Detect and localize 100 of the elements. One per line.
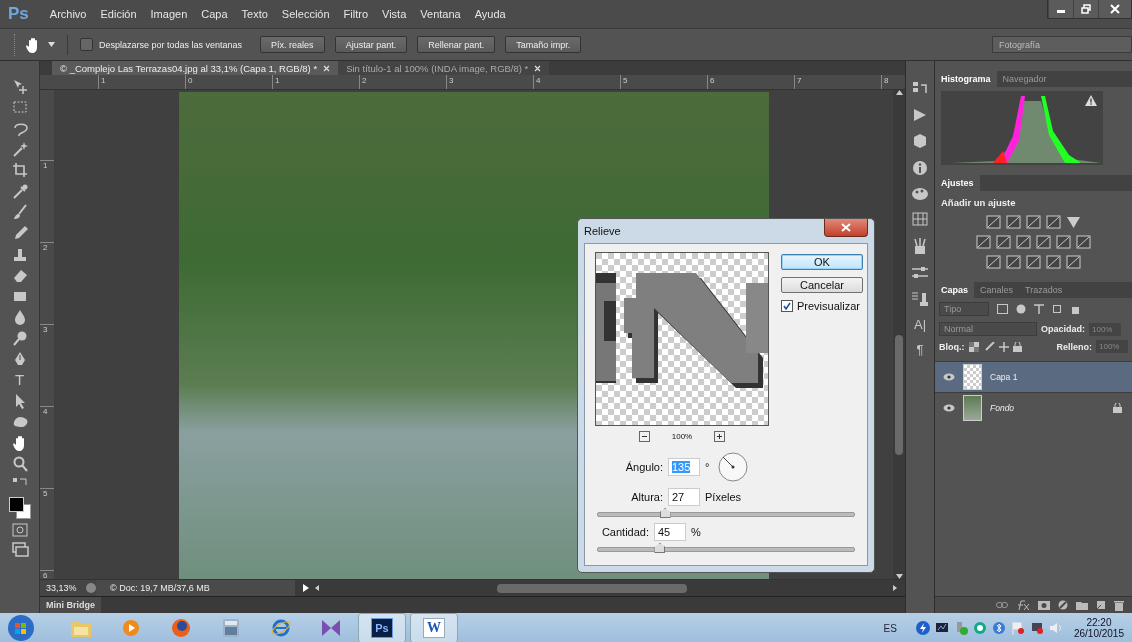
- adjustment-icon[interactable]: [996, 235, 1011, 249]
- menu-item[interactable]: Edición: [93, 8, 144, 20]
- scrollbar-thumb[interactable]: [895, 334, 903, 455]
- adjustment-icon[interactable]: [1006, 255, 1021, 269]
- taskbar-app[interactable]: Ps: [358, 613, 406, 642]
- move-icon[interactable]: [998, 341, 1009, 352]
- checkbox[interactable]: [781, 300, 793, 312]
- adjustment-icon[interactable]: [976, 235, 991, 249]
- dock-glyph[interactable]: A|: [913, 318, 927, 332]
- eye-icon[interactable]: [943, 404, 955, 412]
- adjustment-icon[interactable]: [1026, 255, 1041, 269]
- checkbox[interactable]: [80, 38, 93, 51]
- circle-filter-icon[interactable]: [1016, 304, 1026, 314]
- lock-pixels-icon[interactable]: [968, 341, 979, 352]
- lightning-icon[interactable]: [915, 621, 930, 635]
- crop-icon[interactable]: [10, 161, 29, 179]
- cube-icon[interactable]: [912, 133, 928, 149]
- option-button[interactable]: Rellenar pant.: [417, 36, 496, 53]
- menu-item[interactable]: Imagen: [143, 8, 195, 20]
- panel-tab[interactable]: Mini Bridge: [40, 597, 101, 613]
- eye-icon[interactable]: [943, 373, 955, 381]
- palette-icon[interactable]: [911, 187, 929, 201]
- folder-icon[interactable]: [1076, 600, 1088, 610]
- adjustment-icon[interactable]: [1036, 235, 1051, 249]
- dodge-icon[interactable]: [10, 329, 29, 347]
- ring-icon[interactable]: [972, 621, 987, 635]
- adjustment-icon[interactable]: [1026, 215, 1041, 229]
- monitor-icon[interactable]: [934, 621, 949, 635]
- lock-icon[interactable]: [1012, 341, 1022, 352]
- adjustment-layer-icon[interactable]: [1058, 600, 1068, 610]
- panel-tab[interactable]: Trazados: [1019, 282, 1069, 298]
- close-icon[interactable]: [323, 64, 331, 72]
- play-icon[interactable]: [303, 584, 309, 592]
- menu-item[interactable]: Vista: [375, 8, 414, 20]
- grid-icon[interactable]: [912, 212, 928, 226]
- new-layer-icon[interactable]: [1096, 600, 1106, 610]
- height-field[interactable]: 27: [668, 488, 700, 506]
- panel-tab[interactable]: Ajustes: [935, 175, 980, 191]
- bowtie-icon[interactable]: [320, 618, 342, 638]
- menu-item[interactable]: Ventana: [413, 8, 468, 20]
- menu-item[interactable]: Filtro: [336, 8, 375, 20]
- zoom-out-button[interactable]: [638, 431, 650, 442]
- stamp-icon[interactable]: [911, 291, 929, 307]
- adjustment-icon[interactable]: [1046, 255, 1061, 269]
- adjustment-icon[interactable]: [1056, 235, 1071, 249]
- panel-tab[interactable]: Navegador: [996, 71, 1053, 87]
- document-tab[interactable]: © _Complejo Las Terrazas04.jpg al 33,1% (Capa 1, RGB/8) *: [52, 61, 339, 75]
- status-icon[interactable]: [86, 583, 96, 593]
- quick-mask-icon[interactable]: [10, 522, 29, 538]
- adjustment-icon[interactable]: [1076, 235, 1091, 249]
- globe-icon[interactable]: [170, 618, 192, 638]
- menu-item[interactable]: Archivo: [42, 8, 94, 20]
- adjustment-icon[interactable]: [1066, 215, 1081, 229]
- adjustment-icon[interactable]: [1066, 255, 1081, 269]
- close-icon[interactable]: [534, 64, 542, 72]
- scroll-right-icon[interactable]: [893, 585, 897, 591]
- adjustment-icon[interactable]: [1046, 215, 1061, 229]
- menu-item[interactable]: Capa: [194, 8, 235, 20]
- menu-item[interactable]: Texto: [234, 8, 275, 20]
- network-icon[interactable]: [1029, 621, 1044, 635]
- browser-e-icon[interactable]: [270, 618, 292, 638]
- taskbar-app[interactable]: W: [410, 613, 458, 642]
- screen-mode-icon[interactable]: [10, 541, 29, 557]
- mask-icon[interactable]: [1038, 600, 1050, 610]
- link-icon[interactable]: [996, 601, 1008, 609]
- document-tab[interactable]: Sin título-1 al 100% (INDA image, RGB/8) *: [338, 61, 550, 75]
- trash-icon[interactable]: [1114, 599, 1124, 611]
- panel-tab[interactable]: Capas: [935, 282, 974, 298]
- slider-thumb[interactable]: [654, 543, 666, 553]
- caret-icon[interactable]: [48, 42, 55, 47]
- image-filter-icon[interactable]: [997, 304, 1008, 314]
- fx-icon[interactable]: [1016, 600, 1030, 610]
- layer-row[interactable]: Fondo: [935, 392, 1132, 423]
- close-button[interactable]: [824, 219, 868, 237]
- marquee-icon[interactable]: [10, 98, 29, 116]
- dialog-button[interactable]: OK: [781, 254, 863, 270]
- sliders-icon[interactable]: [911, 266, 929, 280]
- text-filter-icon[interactable]: [1034, 304, 1044, 314]
- brushes-icon[interactable]: [913, 237, 927, 255]
- bluetooth-icon[interactable]: [991, 621, 1006, 635]
- scrollbar-thumb[interactable]: [497, 583, 687, 593]
- calculator-icon[interactable]: [222, 618, 240, 638]
- shape-filter-icon[interactable]: [1052, 304, 1062, 314]
- angle-dial[interactable]: [718, 452, 749, 482]
- panel-tab[interactable]: Histograma: [935, 71, 997, 87]
- option-button[interactable]: Ajustar pant.: [334, 36, 408, 53]
- option-button[interactable]: Píx. reales: [260, 36, 325, 53]
- flag-icon[interactable]: [1010, 621, 1025, 635]
- layer-row[interactable]: Capa 1: [935, 361, 1132, 392]
- slider-thumb[interactable]: [659, 508, 671, 518]
- panel-tab[interactable]: Canales: [974, 282, 1020, 298]
- workspace-dropdown[interactable]: Fotografía: [992, 36, 1132, 53]
- adjustment-icon[interactable]: [986, 255, 1001, 269]
- smart-object-filter-icon[interactable]: [1070, 304, 1080, 314]
- menu-item[interactable]: Selección: [274, 8, 337, 20]
- adjustment-icon[interactable]: [986, 215, 1001, 229]
- language-indicator[interactable]: ES: [883, 622, 897, 634]
- start-button[interactable]: [6, 614, 36, 642]
- amount-field[interactable]: 45: [654, 523, 686, 541]
- dock-glyph[interactable]: ¶: [916, 343, 924, 357]
